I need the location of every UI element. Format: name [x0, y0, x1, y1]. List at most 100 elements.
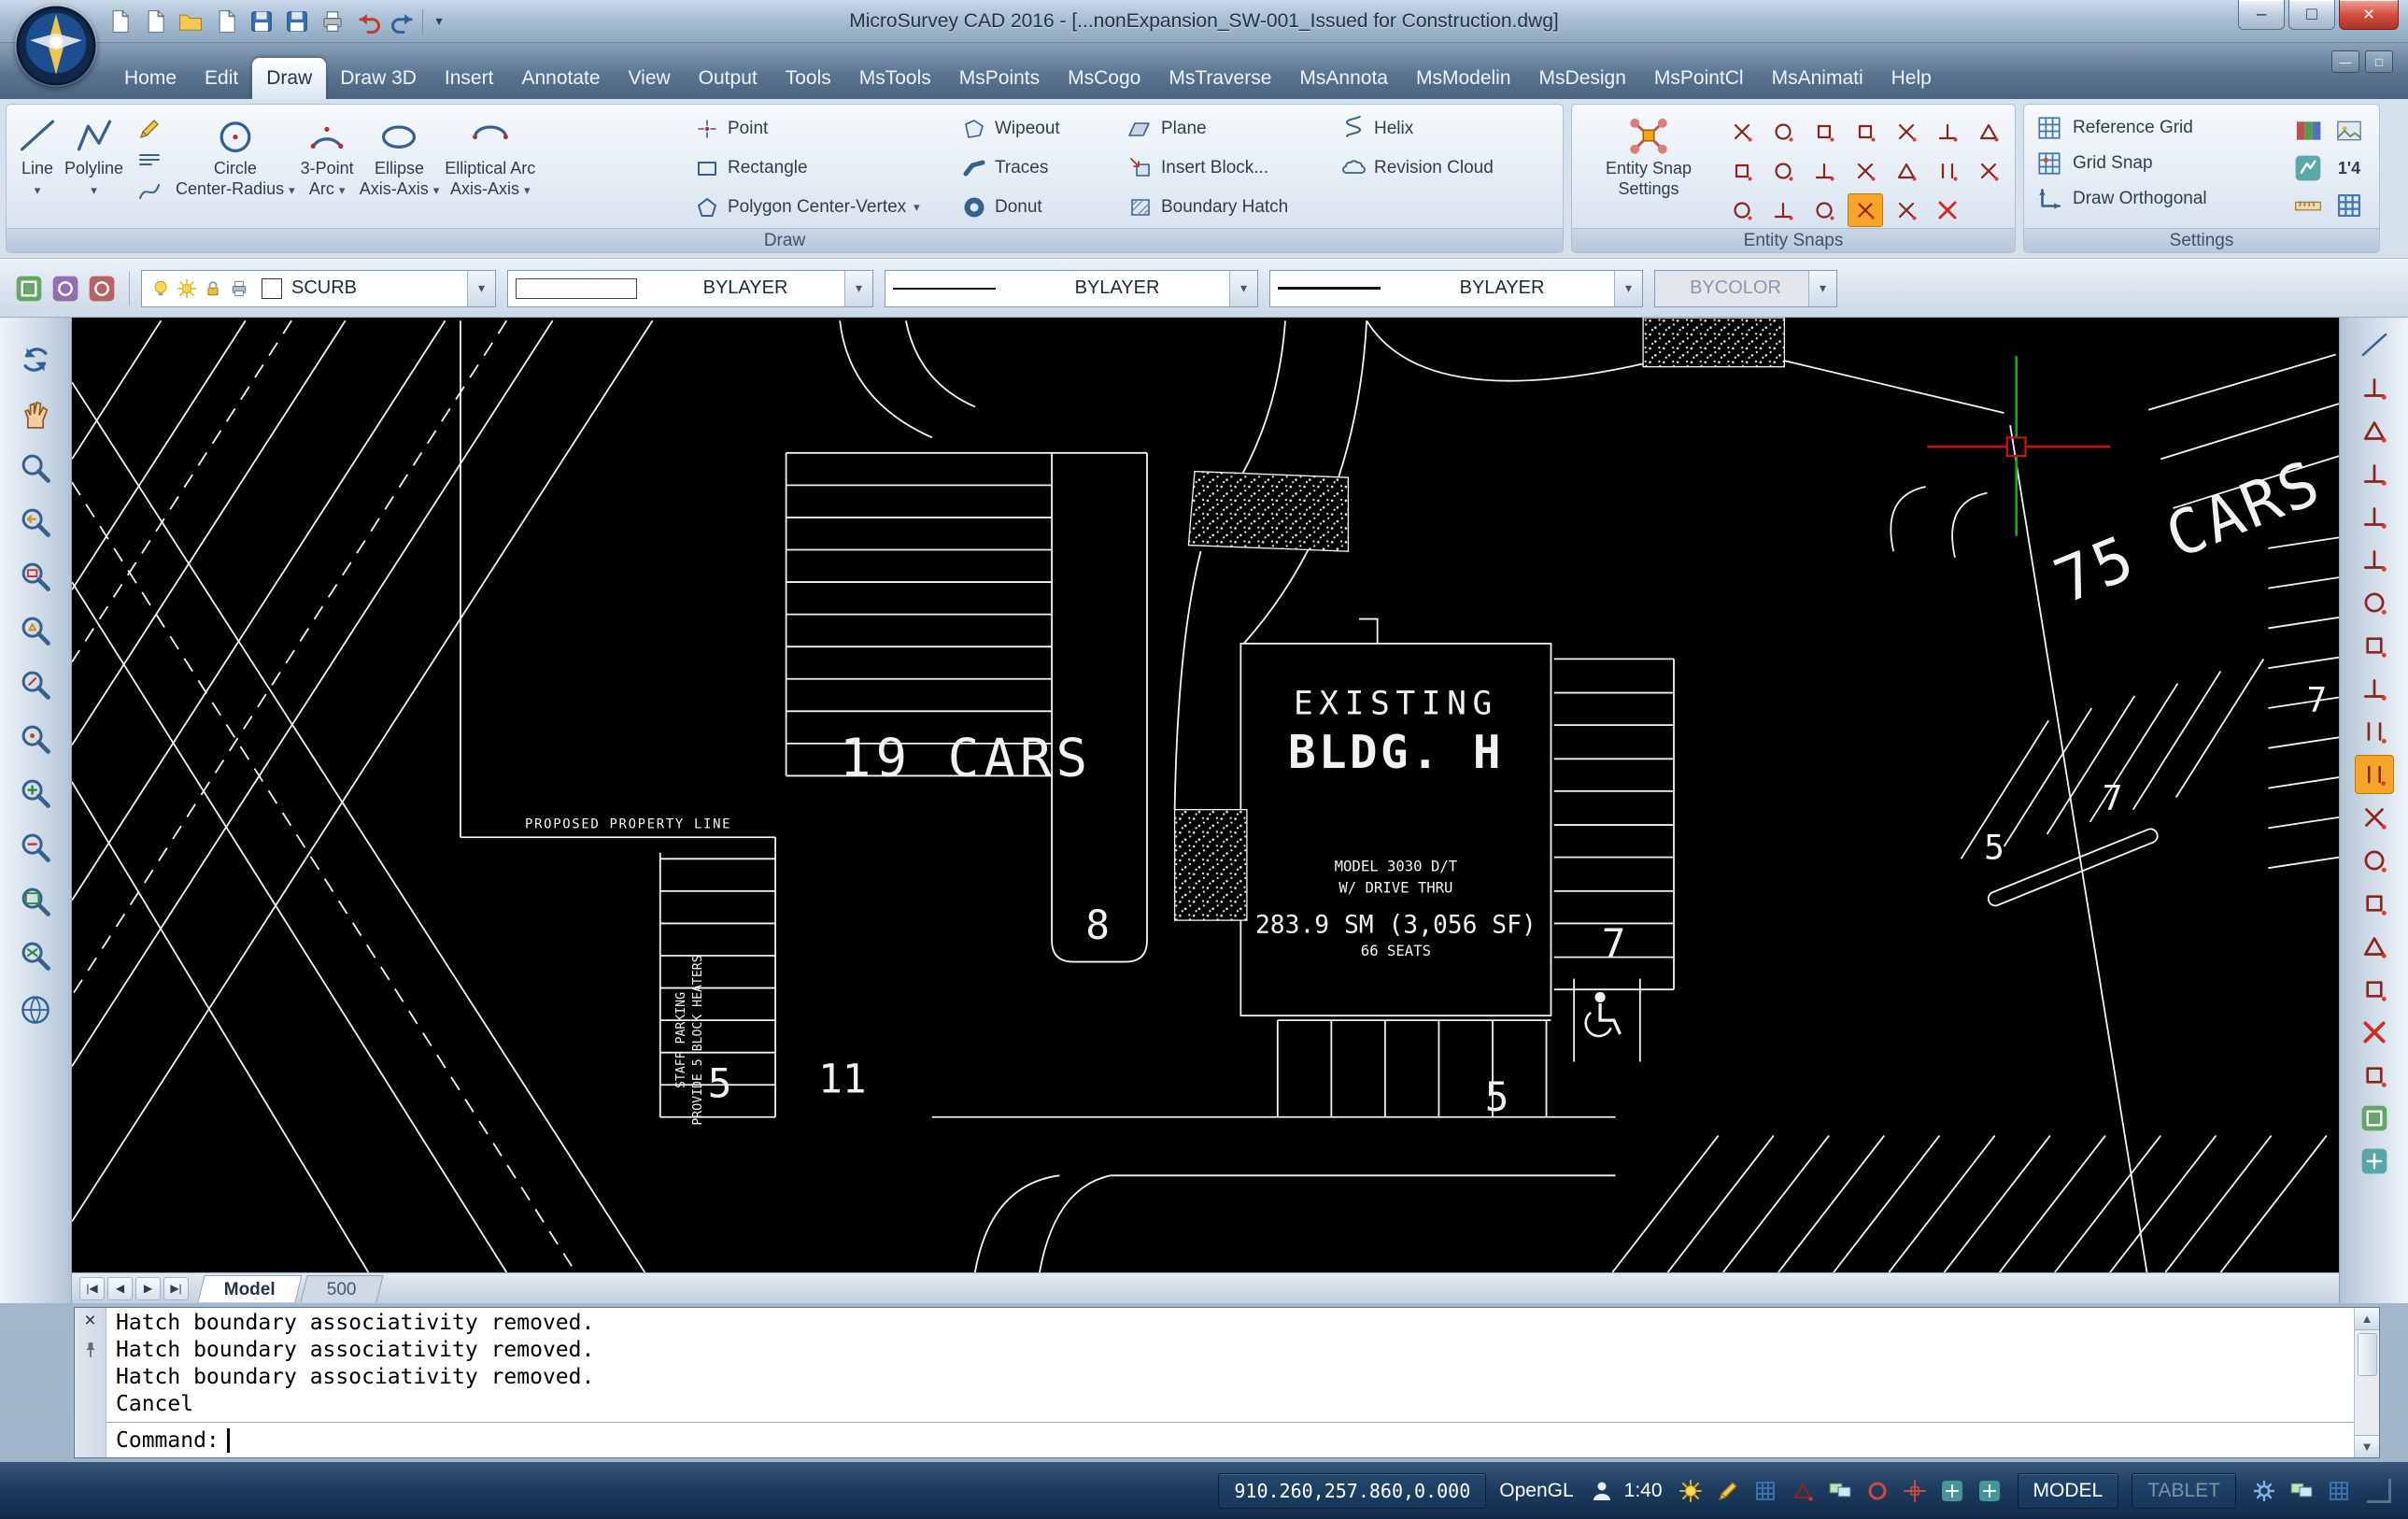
command-prompt[interactable]: Command: — [106, 1422, 2354, 1457]
coordinates-display[interactable]: 910.260,257.860,0.000 — [1218, 1473, 1486, 1509]
snap-parallel-icon[interactable] — [1806, 154, 1842, 188]
maximize-button[interactable]: □ — [2288, 0, 2335, 30]
next-tab-button[interactable]: ▶ — [135, 1277, 161, 1300]
zoom-all-icon[interactable] — [14, 880, 57, 923]
color-combo-arrow[interactable]: ▾ — [844, 271, 872, 306]
qat-menu-button[interactable]: ▾ — [427, 7, 451, 36]
tab-mstraverse[interactable]: MsTraverse — [1154, 58, 1285, 99]
snap-settings2-icon[interactable] — [2355, 1056, 2394, 1095]
snap-mid-between-icon[interactable] — [1765, 193, 1801, 227]
snap-extension2-icon[interactable] — [2355, 497, 2394, 536]
layer-isolate-icon[interactable] — [86, 273, 118, 305]
tab-msanimati[interactable]: MsAnimati — [1758, 58, 1877, 99]
snap-from2-icon[interactable] — [2355, 927, 2394, 966]
options-gear-icon[interactable] — [2249, 1476, 2279, 1506]
snap-midpoint2-icon[interactable] — [2355, 411, 2394, 450]
setting-reference-grid[interactable]: Reference Grid — [2035, 114, 2207, 142]
snap-perp2-icon[interactable] — [2355, 669, 2394, 708]
ribbon-item-polygon-center-vertex[interactable]: Polygon Center-Vertex▾ — [694, 194, 956, 220]
ribbon-button-circle[interactable]: CircleCenter-Radius ▾ — [176, 108, 295, 226]
tablet-button[interactable]: TABLET — [2132, 1473, 2236, 1509]
pan-icon[interactable] — [14, 392, 57, 435]
undo-icon[interactable] — [353, 7, 383, 36]
ribbon-button-3-point[interactable]: 3-PointArc ▾ — [301, 108, 354, 226]
snap-tangent-icon[interactable] — [1724, 154, 1760, 188]
command-window[interactable]: × Hatch boundary associativity removed.H… — [74, 1307, 2380, 1458]
draw-line2-icon[interactable] — [2355, 325, 2394, 364]
tab-annotate[interactable]: Annotate — [507, 58, 614, 99]
model-tab[interactable]: Model — [197, 1275, 302, 1302]
snap-insertion-icon[interactable] — [1848, 154, 1883, 188]
last-tab-button[interactable]: ▶| — [163, 1277, 189, 1300]
named-views-icon[interactable] — [2355, 1142, 2394, 1181]
scrollbar-thumb[interactable] — [2358, 1333, 2377, 1376]
snap-center2-icon[interactable] — [2355, 540, 2394, 579]
snap-filter-icon[interactable] — [1806, 193, 1842, 227]
sun-auto-icon[interactable] — [1676, 1476, 1706, 1506]
ribbon-button-line[interactable]: Line ▾ — [16, 108, 59, 226]
color-book-icon[interactable] — [2292, 115, 2324, 147]
save-all-icon[interactable] — [282, 7, 312, 36]
scroll-up-button[interactable]: ▲ — [2355, 1308, 2379, 1330]
snap-extension-icon[interactable] — [1889, 115, 1924, 149]
tab-edit[interactable]: Edit — [191, 58, 252, 99]
ribbon-item-revision-cloud[interactable]: Revision Cloud — [1340, 155, 1555, 181]
ribbon-item-insert-block[interactable]: Insert Block... — [1127, 155, 1335, 181]
ribbon-item-rectangle[interactable]: Rectangle — [694, 155, 956, 181]
snap-tracking-icon[interactable] — [1848, 193, 1883, 227]
zoom-scale-icon[interactable] — [14, 663, 57, 706]
snap-track2-icon[interactable] — [2355, 970, 2394, 1009]
tab-output[interactable]: Output — [685, 58, 772, 99]
open-folder-icon[interactable] — [176, 7, 205, 36]
layer-manager-icon[interactable] — [13, 273, 45, 305]
ribbon-button-elliptical-arc[interactable]: Elliptical ArcAxis-Axis ▾ — [445, 108, 535, 226]
color-combo[interactable]: BYLAYER ▾ — [507, 270, 873, 307]
snap-none-icon[interactable] — [1930, 193, 1965, 227]
snap-apparent-icon[interactable] — [1848, 115, 1883, 149]
application-menu-button[interactable] — [15, 5, 97, 87]
layer-plot-icon[interactable] — [228, 277, 250, 300]
snap-node2-icon[interactable] — [2355, 755, 2394, 794]
command-pin-icon[interactable] — [80, 1338, 101, 1362]
snap-from-icon[interactable] — [1724, 193, 1760, 227]
lineweight-combo[interactable]: BYLAYER ▾ — [1269, 270, 1643, 307]
tab-mspoints[interactable]: MsPoints — [945, 58, 1054, 99]
grid-x-icon[interactable] — [2333, 190, 2365, 221]
ribbon-item-plane[interactable]: Plane — [1127, 116, 1335, 142]
layer-lock-icon[interactable] — [202, 277, 224, 300]
linetype-combo-arrow[interactable]: ▾ — [1229, 271, 1257, 306]
annotate-red-icon[interactable] — [2292, 152, 2324, 184]
setting-grid-snap[interactable]: Grid Snap — [2035, 149, 2207, 177]
image-frame-icon[interactable] — [2333, 115, 2365, 147]
snap-endpoint2-icon[interactable] — [2355, 368, 2394, 407]
freehand-icon[interactable] — [136, 116, 163, 142]
ribbon-item-donut[interactable]: Donut — [961, 194, 1122, 220]
setting-draw-orthogonal[interactable]: Draw Orthogonal — [2035, 185, 2207, 213]
command-history[interactable]: Hatch boundary associativity removed.Hat… — [106, 1308, 2354, 1457]
snap-quadrant2-icon[interactable] — [2355, 583, 2394, 622]
layout-tab-500[interactable]: 500 — [300, 1275, 383, 1302]
zoom-extents-icon[interactable] — [14, 934, 57, 977]
tab-mspointcl[interactable]: MsPointCl — [1640, 58, 1758, 99]
zoom-previous-icon[interactable] — [14, 501, 57, 544]
snap-quick2-icon[interactable] — [1889, 193, 1924, 227]
tab-msdesign[interactable]: MsDesign — [1525, 58, 1640, 99]
ribbon-item-helix[interactable]: Helix — [1340, 116, 1555, 142]
layer-previous-icon[interactable] — [50, 273, 81, 305]
entity-snap-settings-button[interactable]: Entity SnapSettings — [1579, 108, 1718, 226]
zoom-in-icon[interactable] — [14, 772, 57, 815]
new-from-template-icon[interactable] — [140, 7, 170, 36]
snap-none2-icon[interactable] — [2355, 1013, 2394, 1052]
snap-quadrant-icon[interactable] — [1971, 115, 2006, 149]
drawing-canvas[interactable]: 19 CARS 75 CARS EXISTING BLDG. H MODEL 3… — [72, 318, 2339, 1272]
snap-intersect2-icon[interactable] — [2355, 454, 2394, 493]
ribbon-expand-button[interactable]: □ — [2365, 50, 2393, 73]
snap-grid-icon[interactable] — [1788, 1476, 1818, 1506]
trim-circle-icon[interactable] — [1863, 1476, 1892, 1506]
tab-home[interactable]: Home — [110, 58, 191, 99]
units-badge[interactable]: 1'4 — [2338, 159, 2360, 178]
ribbon-button-ellipse[interactable]: EllipseAxis-Axis ▾ — [360, 108, 440, 226]
scroll-down-button[interactable]: ▼ — [2355, 1435, 2379, 1457]
redo-icon[interactable] — [389, 7, 418, 36]
prev-tab-button[interactable]: ◀ — [107, 1277, 133, 1300]
